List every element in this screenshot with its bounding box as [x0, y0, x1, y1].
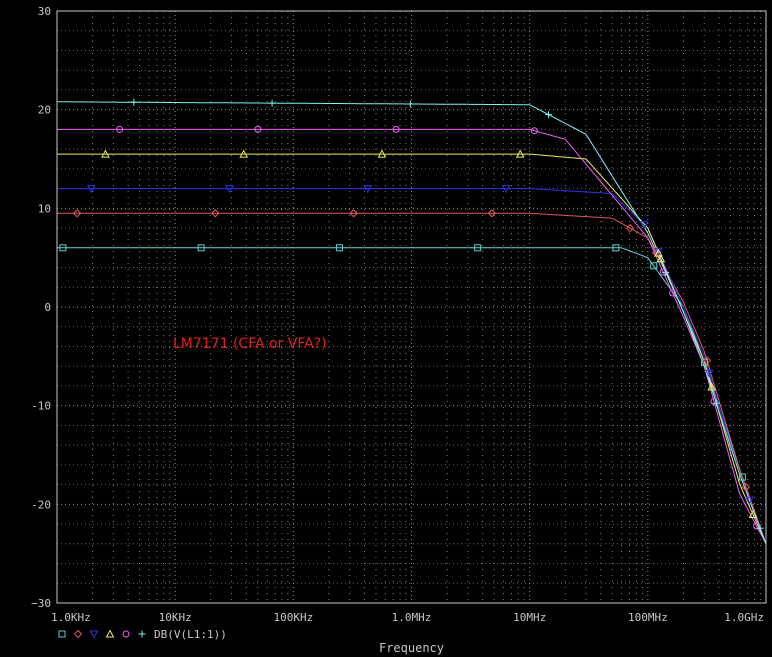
legend-label: DB(V(L1:1)): [154, 628, 227, 641]
x-tick-label: 1.0KHz: [51, 611, 91, 624]
chart-annotation: LM7171 (CFA or VFA?): [173, 336, 327, 352]
x-tick-labels: 1.0KHz 10KHz 100KHz 1.0MHz 10MHz 100MHz 1.0GHz: [51, 611, 764, 624]
x-tick-label: 1.0MHz: [392, 611, 432, 624]
x-tick-label: 10KHz: [159, 611, 192, 624]
y-tick-label: −30: [31, 597, 51, 610]
x-tick-label: 100MHz: [628, 611, 668, 624]
y-tick-label: -20: [31, 498, 51, 511]
y-tick-label: 10: [38, 202, 51, 215]
x-tick-label: 100KHz: [273, 611, 313, 624]
x-tick-label: 10MHz: [513, 611, 546, 624]
y-tick-label: -10: [31, 400, 51, 413]
x-axis-title: Frequency: [379, 641, 444, 655]
plot-background: [0, 0, 772, 657]
x-tick-label: 1.0GHz: [724, 611, 764, 624]
y-tick-label: 20: [38, 104, 51, 117]
bode-plot: 30 20 10 0 -10 -20 −30 1.0KHz 10KHz 100KHz 1.0MHz…: [0, 0, 772, 657]
y-tick-label: 30: [38, 5, 51, 18]
y-tick-label: 0: [44, 301, 51, 314]
